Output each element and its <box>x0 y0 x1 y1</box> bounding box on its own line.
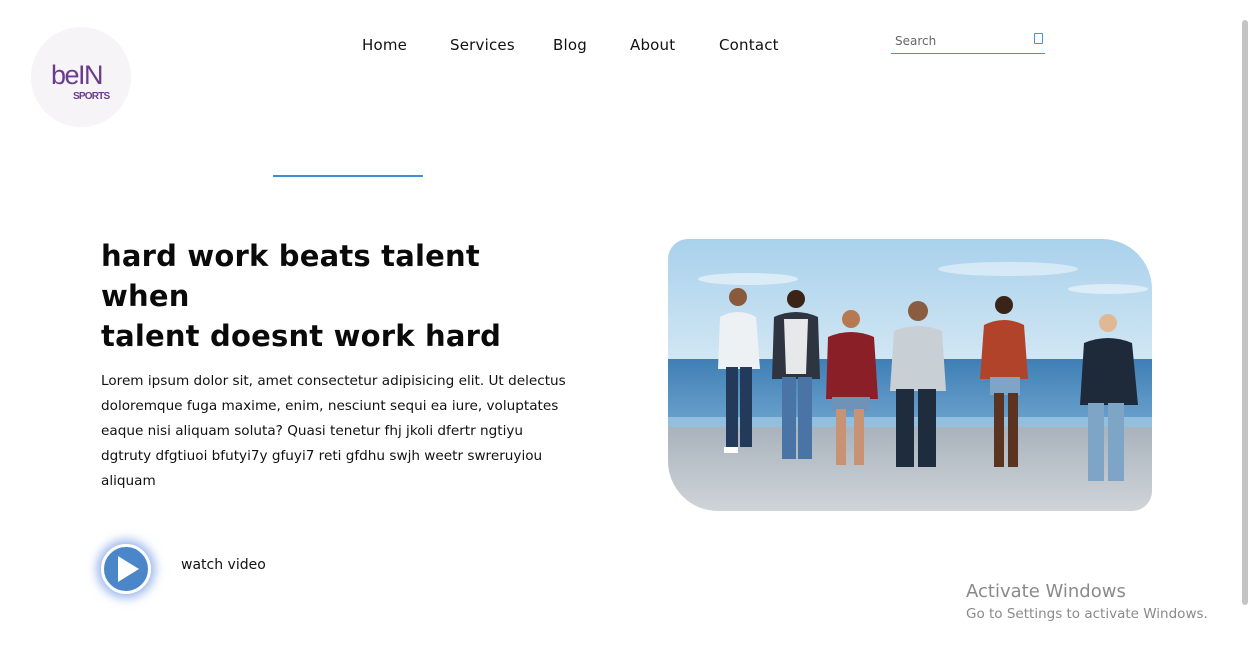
bein-sports-logo-icon: beIN SPORTS <box>51 60 111 102</box>
hero-image <box>668 239 1152 511</box>
search-input[interactable] <box>895 32 1025 50</box>
nav-item-services[interactable]: Services <box>450 36 515 54</box>
hero-headline-line1: hard work beats talent when <box>101 239 480 313</box>
search-icon[interactable] <box>1034 33 1043 44</box>
nav-item-home[interactable]: Home <box>362 36 407 54</box>
play-video-button[interactable] <box>101 544 151 594</box>
watermark-title: Activate Windows <box>966 581 1126 602</box>
nav-item-blog[interactable]: Blog <box>553 36 587 54</box>
beach-friends-photo <box>668 239 1152 511</box>
search-bar <box>891 30 1045 54</box>
page-scrollbar[interactable] <box>1242 0 1248 645</box>
hero-headline: hard work beats talent when talent doesn… <box>101 236 571 356</box>
play-icon <box>118 556 139 582</box>
nav-item-contact[interactable]: Contact <box>719 36 779 54</box>
hero-headline-line2: talent doesnt work hard <box>101 319 502 353</box>
logo-wordmark: beIN <box>51 60 102 90</box>
accent-divider <box>273 175 423 177</box>
scrollbar-thumb[interactable] <box>1242 20 1248 605</box>
watch-video-label[interactable]: watch video <box>181 557 266 573</box>
hero-description: Lorem ipsum dolor sit, amet consectetur … <box>101 373 566 489</box>
watermark-subtitle: Go to Settings to activate Windows. <box>966 606 1208 622</box>
activate-windows-watermark: Activate Windows Go to Settings to activ… <box>966 581 1208 625</box>
nav-item-about[interactable]: About <box>630 36 675 54</box>
logo-subtext: SPORTS <box>73 91 110 102</box>
brand-logo[interactable]: beIN SPORTS <box>31 27 131 127</box>
